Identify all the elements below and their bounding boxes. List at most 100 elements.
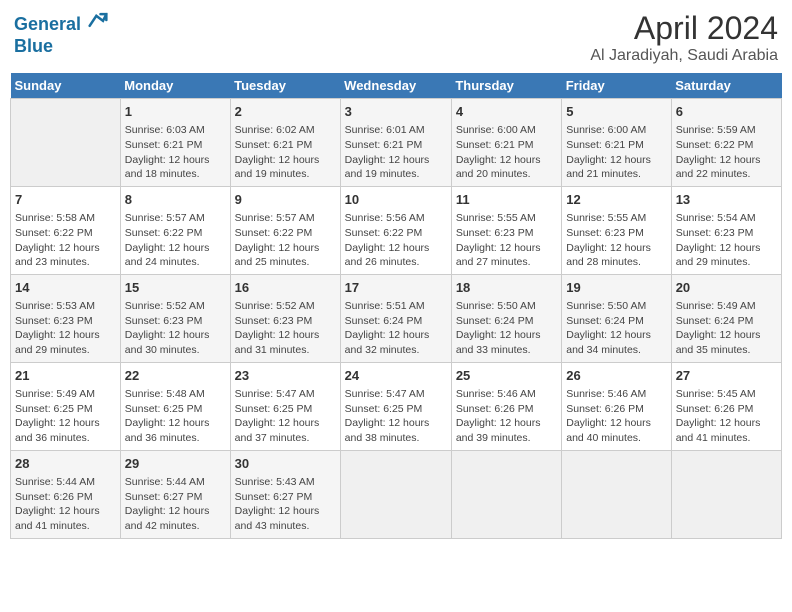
calendar-cell: 5Sunrise: 6:00 AM Sunset: 6:21 PM Daylig… bbox=[562, 99, 671, 187]
day-info: Sunrise: 6:00 AM Sunset: 6:21 PM Dayligh… bbox=[456, 123, 557, 182]
sub-title: Al Jaradiyah, Saudi Arabia bbox=[590, 47, 778, 65]
day-number: 22 bbox=[125, 367, 226, 385]
day-number: 23 bbox=[235, 367, 336, 385]
calendar-cell: 13Sunrise: 5:54 AM Sunset: 6:23 PM Dayli… bbox=[671, 186, 781, 274]
calendar-cell: 12 Sunrise: 5:55 AM Sunset: 6:23 PM Dayli… bbox=[562, 186, 671, 274]
logo: General Blue bbox=[14, 10, 108, 57]
day-info: Sunrise: 5:54 AM Sunset: 6:23 PM Dayligh… bbox=[676, 211, 777, 270]
day-number: 2 bbox=[235, 103, 336, 121]
calendar-cell bbox=[671, 450, 781, 538]
day-info: Sunrise: 5:47 AM Sunset: 6:25 PM Dayligh… bbox=[345, 387, 447, 446]
calendar-cell: 19 Sunrise: 5:50 AM Sunset: 6:24 PM Dayli… bbox=[562, 274, 671, 362]
day-number: 15 bbox=[125, 279, 226, 297]
calendar-week-1: 1 Sunrise: 6:03 AM Sunset: 6:21 PM Daylig… bbox=[11, 99, 782, 187]
calendar-cell: 6 Sunrise: 5:59 AM Sunset: 6:22 PM Daylig… bbox=[671, 99, 781, 187]
calendar-cell bbox=[340, 450, 451, 538]
main-title: April 2024 bbox=[590, 10, 778, 47]
day-info: Sunrise: 5:46 AM Sunset: 6:26 PM Dayligh… bbox=[566, 387, 666, 446]
day-number: 18 bbox=[456, 279, 557, 297]
header-tuesday: Tuesday bbox=[230, 73, 340, 99]
day-info: Sunrise: 5:53 AM Sunset: 6:23 PM Dayligh… bbox=[15, 299, 116, 358]
day-info: Sunrise: 5:47 AM Sunset: 6:25 PM Dayligh… bbox=[235, 387, 336, 446]
day-number: 14 bbox=[15, 279, 116, 297]
day-number: 29 bbox=[125, 455, 226, 473]
day-number: 9 bbox=[235, 191, 336, 209]
day-info: Sunrise: 5:52 AM Sunset: 6:23 PM Dayligh… bbox=[125, 299, 226, 358]
header-saturday: Saturday bbox=[671, 73, 781, 99]
calendar-cell: 23 Sunrise: 5:47 AM Sunset: 6:25 PM Dayli… bbox=[230, 362, 340, 450]
day-info: Sunrise: 5:52 AM Sunset: 6:23 PM Dayligh… bbox=[235, 299, 336, 358]
day-info: Sunrise: 5:43 AM Sunset: 6:27 PM Dayligh… bbox=[235, 475, 336, 534]
calendar-cell: 25Sunrise: 5:46 AM Sunset: 6:26 PM Dayli… bbox=[451, 362, 561, 450]
day-number: 7 bbox=[15, 191, 116, 209]
page-header: General Blue April 2024 Al Jaradiyah, Sa… bbox=[10, 10, 782, 65]
day-number: 24 bbox=[345, 367, 447, 385]
day-info: Sunrise: 6:02 AM Sunset: 6:21 PM Dayligh… bbox=[235, 123, 336, 182]
day-number: 6 bbox=[676, 103, 777, 121]
day-info: Sunrise: 5:57 AM Sunset: 6:22 PM Dayligh… bbox=[235, 211, 336, 270]
day-info: Sunrise: 5:59 AM Sunset: 6:22 PM Dayligh… bbox=[676, 123, 777, 182]
day-number: 20 bbox=[676, 279, 777, 297]
day-number: 16 bbox=[235, 279, 336, 297]
day-number: 3 bbox=[345, 103, 447, 121]
header-wednesday: Wednesday bbox=[340, 73, 451, 99]
day-number: 5 bbox=[566, 103, 666, 121]
day-number: 12 bbox=[566, 191, 666, 209]
logo-icon bbox=[88, 10, 108, 30]
calendar-cell: 15 Sunrise: 5:52 AM Sunset: 6:23 PM Dayli… bbox=[120, 274, 230, 362]
calendar-cell: 22 Sunrise: 5:48 AM Sunset: 6:25 PM Dayli… bbox=[120, 362, 230, 450]
day-number: 11 bbox=[456, 191, 557, 209]
day-number: 17 bbox=[345, 279, 447, 297]
day-number: 30 bbox=[235, 455, 336, 473]
calendar-cell: 7 Sunrise: 5:58 AM Sunset: 6:22 PM Daylig… bbox=[11, 186, 121, 274]
day-number: 25 bbox=[456, 367, 557, 385]
calendar-header-row: SundayMondayTuesdayWednesdayThursdayFrid… bbox=[11, 73, 782, 99]
day-number: 26 bbox=[566, 367, 666, 385]
day-number: 19 bbox=[566, 279, 666, 297]
day-info: Sunrise: 5:55 AM Sunset: 6:23 PM Dayligh… bbox=[456, 211, 557, 270]
calendar-cell: 1 Sunrise: 6:03 AM Sunset: 6:21 PM Daylig… bbox=[120, 99, 230, 187]
day-info: Sunrise: 5:57 AM Sunset: 6:22 PM Dayligh… bbox=[125, 211, 226, 270]
day-info: Sunrise: 5:51 AM Sunset: 6:24 PM Dayligh… bbox=[345, 299, 447, 358]
day-info: Sunrise: 5:55 AM Sunset: 6:23 PM Dayligh… bbox=[566, 211, 666, 270]
day-info: Sunrise: 5:50 AM Sunset: 6:24 PM Dayligh… bbox=[566, 299, 666, 358]
calendar-week-2: 7 Sunrise: 5:58 AM Sunset: 6:22 PM Daylig… bbox=[11, 186, 782, 274]
day-info: Sunrise: 5:45 AM Sunset: 6:26 PM Dayligh… bbox=[676, 387, 777, 446]
calendar-cell: 24 Sunrise: 5:47 AM Sunset: 6:25 PM Dayli… bbox=[340, 362, 451, 450]
calendar-cell bbox=[451, 450, 561, 538]
day-info: Sunrise: 6:01 AM Sunset: 6:21 PM Dayligh… bbox=[345, 123, 447, 182]
day-info: Sunrise: 5:50 AM Sunset: 6:24 PM Dayligh… bbox=[456, 299, 557, 358]
calendar-table: SundayMondayTuesdayWednesdayThursdayFrid… bbox=[10, 73, 782, 539]
calendar-cell: 28 Sunrise: 5:44 AM Sunset: 6:26 PM Dayli… bbox=[11, 450, 121, 538]
calendar-cell: 4Sunrise: 6:00 AM Sunset: 6:21 PM Daylig… bbox=[451, 99, 561, 187]
day-info: Sunrise: 5:44 AM Sunset: 6:26 PM Dayligh… bbox=[15, 475, 116, 534]
calendar-cell: 3 Sunrise: 6:01 AM Sunset: 6:21 PM Daylig… bbox=[340, 99, 451, 187]
calendar-week-5: 28 Sunrise: 5:44 AM Sunset: 6:26 PM Dayli… bbox=[11, 450, 782, 538]
calendar-cell bbox=[562, 450, 671, 538]
header-thursday: Thursday bbox=[451, 73, 561, 99]
day-info: Sunrise: 5:44 AM Sunset: 6:27 PM Dayligh… bbox=[125, 475, 226, 534]
calendar-cell: 2 Sunrise: 6:02 AM Sunset: 6:21 PM Daylig… bbox=[230, 99, 340, 187]
day-number: 10 bbox=[345, 191, 447, 209]
day-info: Sunrise: 5:48 AM Sunset: 6:25 PM Dayligh… bbox=[125, 387, 226, 446]
calendar-week-4: 21Sunrise: 5:49 AM Sunset: 6:25 PM Dayli… bbox=[11, 362, 782, 450]
calendar-cell: 9 Sunrise: 5:57 AM Sunset: 6:22 PM Daylig… bbox=[230, 186, 340, 274]
day-number: 28 bbox=[15, 455, 116, 473]
calendar-cell: 17 Sunrise: 5:51 AM Sunset: 6:24 PM Dayli… bbox=[340, 274, 451, 362]
calendar-cell: 27 Sunrise: 5:45 AM Sunset: 6:26 PM Dayli… bbox=[671, 362, 781, 450]
day-info: Sunrise: 5:49 AM Sunset: 6:25 PM Dayligh… bbox=[15, 387, 116, 446]
calendar-cell: 14 Sunrise: 5:53 AM Sunset: 6:23 PM Dayli… bbox=[11, 274, 121, 362]
calendar-cell: 29 Sunrise: 5:44 AM Sunset: 6:27 PM Dayli… bbox=[120, 450, 230, 538]
day-info: Sunrise: 5:58 AM Sunset: 6:22 PM Dayligh… bbox=[15, 211, 116, 270]
day-info: Sunrise: 5:49 AM Sunset: 6:24 PM Dayligh… bbox=[676, 299, 777, 358]
header-friday: Friday bbox=[562, 73, 671, 99]
day-number: 1 bbox=[125, 103, 226, 121]
calendar-cell: 30 Sunrise: 5:43 AM Sunset: 6:27 PM Dayli… bbox=[230, 450, 340, 538]
calendar-cell: 16 Sunrise: 5:52 AM Sunset: 6:23 PM Dayli… bbox=[230, 274, 340, 362]
calendar-cell: 21Sunrise: 5:49 AM Sunset: 6:25 PM Dayli… bbox=[11, 362, 121, 450]
day-info: Sunrise: 6:03 AM Sunset: 6:21 PM Dayligh… bbox=[125, 123, 226, 182]
day-info: Sunrise: 5:56 AM Sunset: 6:22 PM Dayligh… bbox=[345, 211, 447, 270]
header-sunday: Sunday bbox=[11, 73, 121, 99]
calendar-cell: 20 Sunrise: 5:49 AM Sunset: 6:24 PM Dayli… bbox=[671, 274, 781, 362]
day-number: 27 bbox=[676, 367, 777, 385]
